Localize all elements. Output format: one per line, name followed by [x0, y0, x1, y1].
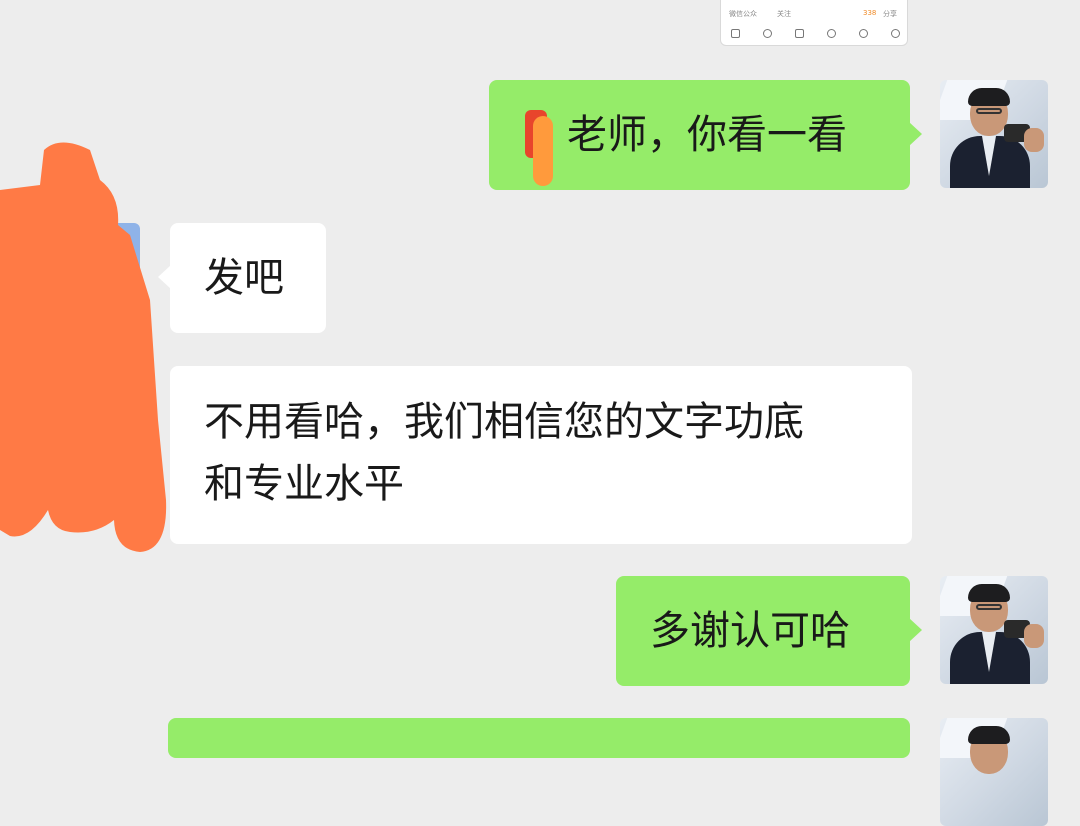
emoji-icon: [827, 29, 836, 38]
avatar[interactable]: [940, 576, 1048, 684]
message-bubble-outgoing[interactable]: [168, 718, 910, 758]
message-bubble-incoming[interactable]: 不用看哈，我们相信您的文字功底 和专业水平: [170, 366, 912, 544]
sliders-icon: [795, 29, 804, 38]
card-count: 338: [863, 9, 877, 17]
message-bubble-outgoing[interactable]: 老师，你看一看: [489, 80, 922, 190]
avatar[interactable]: [940, 718, 1048, 826]
avatar[interactable]: [940, 80, 1048, 188]
card-icon-row: [729, 29, 900, 39]
card-mid-text: 关注: [777, 10, 791, 18]
message-text: 不用看哈，我们相信您的文字功底 和专业水平: [204, 399, 804, 507]
add-icon: [891, 29, 900, 38]
card-share-text: 分享: [883, 10, 897, 18]
at-icon: [763, 29, 772, 38]
message-text: 老师，你看一看: [567, 112, 847, 158]
card-left-text: 微信公众: [729, 10, 757, 18]
redaction-mark: [533, 116, 553, 186]
message-bubble-outgoing[interactable]: 多谢认可哈: [616, 576, 922, 686]
redaction-scribble: [0, 142, 167, 552]
card-stats-row: 微信公众 关注 338 分享: [727, 9, 901, 21]
message-text: 多谢认可哈: [650, 608, 850, 654]
shared-card-thumbnail[interactable]: 微信公众 关注 338 分享: [720, 0, 908, 46]
message-bubble-incoming[interactable]: 发吧: [158, 223, 326, 333]
message-text: 发吧: [204, 255, 284, 301]
image-icon: [731, 29, 740, 38]
smile-icon: [859, 29, 868, 38]
